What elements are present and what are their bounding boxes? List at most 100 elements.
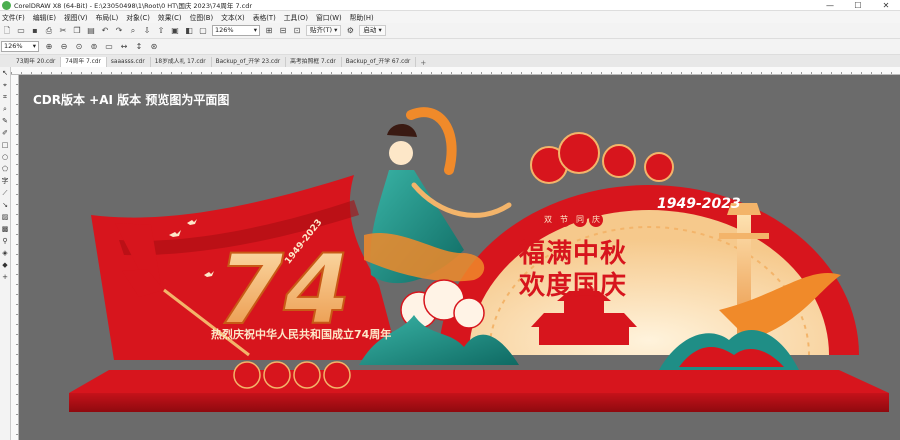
close-button[interactable]: ✕ [872,0,900,11]
drawing-canvas[interactable]: 74 CDR版本 +AI 版本 预览图为平面图 1949-2023 热烈庆祝中华… [19,75,900,440]
menu-object[interactable]: 对象(C) [125,12,157,22]
tab-backup-school-23[interactable]: Backup_of_开学 23.cdr [212,57,287,67]
zoom-width-icon[interactable]: ↔ [119,42,129,52]
vertical-ruler[interactable] [11,75,19,440]
canvas-version-note: CDR版本 +AI 版本 预览图为平面图 [33,93,230,107]
property-zoom-value: 126% [4,42,23,50]
polygon-tool-icon[interactable]: ⬠ [0,163,10,175]
zoom-all-icon[interactable]: ⊚ [89,42,99,52]
coreldraw-app-icon [2,0,11,10]
pan-icon[interactable]: ⊛ [149,42,159,52]
undo-icon[interactable]: ↶ [100,26,110,36]
launch-button[interactable]: 启动 ▾ [359,25,386,36]
connector-tool-icon[interactable]: ↘ [0,199,10,211]
zoom-in-icon[interactable]: ⊕ [44,42,54,52]
copy-icon[interactable]: ❐ [72,26,82,36]
title-bar: CorelDRAW X8 (64-Bit) - E:\23050498\1\Ro… [0,0,900,11]
menu-file[interactable]: 文件(F) [1,12,32,22]
interactive-fill-tool-icon[interactable]: ◈ [0,247,10,259]
menu-bar: 文件(F) 编辑(E) 视图(V) 布局(L) 对象(C) 效果(C) 位图(B… [0,11,900,23]
stage-platform [69,370,889,412]
menu-layout[interactable]: 布局(L) [95,12,126,22]
property-bar: 126% ▾ ⊕ ⊖ ⊙ ⊚ ▭ ↔ ↕ ⊛ [0,39,900,55]
zoom-out-icon[interactable]: ⊖ [59,42,69,52]
grid-icon[interactable]: ⊞ [264,26,274,36]
auspicious-clouds [530,132,674,184]
tab-74-anniversary-7[interactable]: 74周年 7.cdr [61,57,107,67]
document-tabs: 73周年 20.cdr 74周年 7.cdr saaasss.cdr 18岁成人… [0,55,900,67]
paste-icon[interactable]: ▤ [86,26,96,36]
add-tool-icon[interactable]: + [0,271,10,283]
toolbox: ↖ ⌖ ⌗ ⌕ ✎ ✐ □ ○ ⬠ 字 ⟋ ↘ ▨ ▩ ⚲ ◈ ◆ + [0,67,11,440]
festival-artwork: 74 [69,107,889,412]
snap-to-label: 贴齐(T) [310,26,333,34]
menu-edit[interactable]: 编辑(E) [32,12,63,22]
freehand-tool-icon[interactable]: ✎ [0,115,10,127]
large-year-range: 1949-2023 [657,196,741,212]
eyedropper-tool-icon[interactable]: ⚲ [0,235,10,247]
pick-tool-icon[interactable]: ↖ [0,67,10,79]
search-content-icon[interactable]: ⌕ [128,26,138,36]
tab-coming-of-age-17[interactable]: 18岁成人礼 17.cdr [151,57,212,67]
menu-table[interactable]: 表格(T) [252,12,283,22]
chevron-down-icon: ▾ [253,26,257,34]
options-gear-icon[interactable]: ⚙ [345,26,355,36]
window-controls: — ☐ ✕ [816,0,900,11]
badge-char: 同 [573,213,587,227]
zoom-selected-icon[interactable]: ⊙ [74,42,84,52]
crop-tool-icon[interactable]: ⌗ [0,91,10,103]
zoom-page-icon[interactable]: ▭ [104,42,114,52]
print-icon[interactable]: ⎙ [44,26,54,36]
snap-to-button[interactable]: 贴齐(T) ▾ [306,25,342,36]
transparency-tool-icon[interactable]: ▩ [0,223,10,235]
standard-toolbar: 🗋 ▭ ▪ ⎙ ✂ ❐ ▤ ↶ ↷ ⌕ ⇩ ⇧ ▣ ◧ ▢ 126% ▾ ⊞ ⊟… [0,23,900,39]
smart-fill-tool-icon[interactable]: ◆ [0,259,10,271]
minimize-button[interactable]: — [816,0,844,11]
export-icon[interactable]: ⇧ [156,26,166,36]
drop-shadow-tool-icon[interactable]: ▨ [0,211,10,223]
maximize-button[interactable]: ☐ [844,0,872,11]
publish-icon[interactable]: ◧ [184,26,194,36]
tab-exam-photo-frame-7[interactable]: 高考拍照框 7.cdr [286,57,342,67]
save-icon[interactable]: ▪ [30,26,40,36]
cut-icon[interactable]: ✂ [58,26,68,36]
menu-window[interactable]: 窗口(W) [315,12,349,22]
rulers-icon[interactable]: ⊟ [278,26,288,36]
headline-national-day: 欢度国庆 [519,271,628,301]
badge-char: 庆 [589,213,603,227]
zoom-tool-icon[interactable]: ⌕ [0,103,10,115]
zoom-level-value: 126% [215,26,234,34]
open-icon[interactable]: ▭ [16,26,26,36]
horizontal-ruler[interactable] [11,67,900,75]
shape-tool-icon[interactable]: ⌖ [0,79,10,91]
menu-tools[interactable]: 工具(O) [283,12,315,22]
celebration-subtitle: 热烈庆祝中华人民共和国成立74周年 [211,328,392,341]
rectangle-tool-icon[interactable]: □ [0,139,10,151]
import-icon[interactable]: ⇩ [142,26,152,36]
text-tool-icon[interactable]: 字 [0,175,10,187]
export-pdf-icon[interactable]: ▣ [170,26,180,36]
menu-bitmaps[interactable]: 位图(B) [189,12,221,22]
window-title: CorelDRAW X8 (64-Bit) - E:\23050498\1\Ro… [14,2,253,10]
redo-icon[interactable]: ↷ [114,26,124,36]
badge-char: 双 [541,213,555,227]
tab-backup-school-67[interactable]: Backup_of_开学 67.cdr [342,57,417,67]
menu-text[interactable]: 文本(X) [220,12,252,22]
tab-73-anniversary-20[interactable]: 73周年 20.cdr [12,57,62,67]
zoom-level-combo[interactable]: 126% ▾ [212,25,260,36]
full-screen-icon[interactable]: ▢ [198,26,208,36]
ellipse-tool-icon[interactable]: ○ [0,151,10,163]
badge-char: 节 [557,213,571,227]
zoom-height-icon[interactable]: ↕ [134,42,144,52]
guidelines-icon[interactable]: ⊡ [292,26,302,36]
menu-view[interactable]: 视图(V) [63,12,95,22]
parallel-dimension-tool-icon[interactable]: ⟋ [0,187,10,199]
tab-saaasss[interactable]: saaasss.cdr [107,57,151,67]
menu-help[interactable]: 帮助(H) [349,12,381,22]
double-festival-badges: 双 节 同 庆 [541,213,603,227]
add-tab-icon[interactable]: + [416,59,430,67]
artistic-media-tool-icon[interactable]: ✐ [0,127,10,139]
menu-effects[interactable]: 效果(C) [157,12,189,22]
property-zoom-combo[interactable]: 126% ▾ [1,41,39,52]
new-document-icon[interactable]: 🗋 [2,26,12,36]
